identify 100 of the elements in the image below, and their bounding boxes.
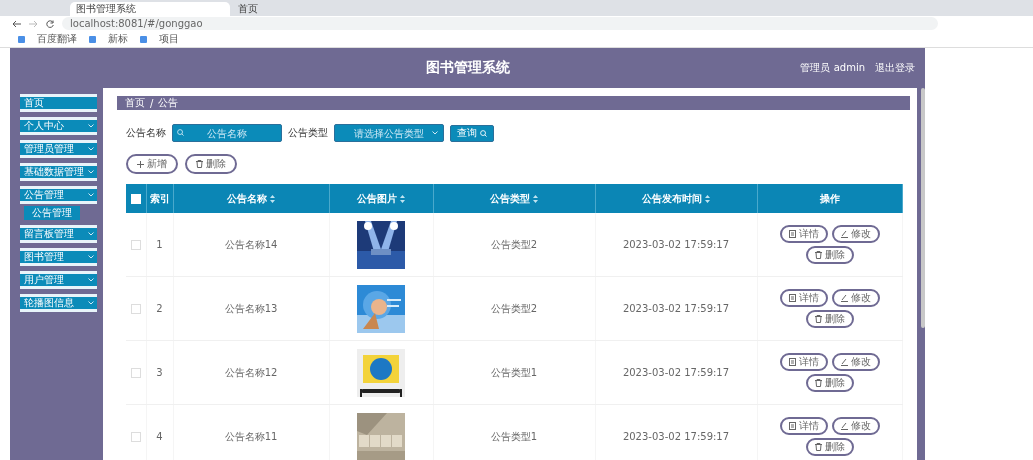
chevron-down-icon — [88, 301, 94, 305]
trash-icon — [814, 379, 822, 387]
document-icon — [788, 358, 796, 366]
sidebar-item[interactable]: 首页 — [20, 94, 97, 112]
edit-button[interactable]: 修改 — [831, 417, 880, 435]
sidebar-item[interactable]: 基础数据管理 — [20, 163, 97, 181]
pencil-icon — [840, 422, 848, 430]
back-icon[interactable] — [12, 19, 21, 28]
field-label: 公告名称 — [126, 126, 166, 140]
pencil-icon — [840, 294, 848, 302]
column-header[interactable]: 操作 — [757, 184, 902, 213]
document-icon — [788, 422, 796, 430]
reload-icon[interactable] — [46, 19, 54, 28]
chevron-down-icon — [88, 193, 94, 197]
sidebar-item[interactable]: 用户管理 — [20, 271, 97, 289]
edit-button[interactable]: 修改 — [831, 225, 880, 243]
table-cell: 2023-03-02 17:59:17 — [595, 404, 757, 460]
bookmark[interactable]: 百度翻译 — [37, 32, 77, 46]
search-icon — [480, 129, 487, 137]
table-cell: 公告类型2 — [433, 213, 595, 277]
column-header[interactable]: 公告类型 — [433, 184, 595, 213]
edit-button[interactable]: 修改 — [831, 289, 880, 307]
add-button[interactable]: 新增 — [126, 154, 178, 174]
logout-link[interactable]: 退出登录 — [875, 61, 915, 75]
bookmark[interactable]: 新标 — [108, 32, 128, 46]
view-button[interactable]: 详情 — [779, 289, 828, 307]
trash-icon — [196, 160, 203, 168]
browser-tab[interactable]: 图书管理系统 — [70, 2, 230, 16]
field-label: 公告类型 — [288, 126, 328, 140]
delete-button[interactable]: 删除 — [805, 246, 854, 264]
sidebar-subitem[interactable]: 公告管理 — [24, 206, 80, 220]
sidebar-item[interactable]: 留言板管理 — [20, 225, 97, 243]
search-button[interactable]: 查询 — [450, 124, 494, 142]
pencil-icon — [840, 230, 848, 238]
bookmark-icon — [140, 35, 147, 43]
bookmark-icon — [89, 35, 96, 43]
table-cell: 2 — [146, 276, 173, 341]
chevron-down-icon — [88, 255, 94, 259]
delete-button[interactable]: 删除 — [185, 154, 237, 174]
chevron-down-icon — [88, 147, 94, 151]
name-search-field[interactable]: 公告名称 — [172, 124, 282, 142]
table-cell: 公告类型1 — [433, 340, 595, 405]
table-cell: 2023-03-02 17:59:17 — [595, 213, 757, 277]
column-header[interactable]: 索引 — [146, 184, 173, 213]
table-cell: 1 — [146, 213, 173, 277]
sidebar-item[interactable]: 轮播图信息 — [20, 294, 97, 312]
row-checkbox[interactable] — [130, 432, 141, 442]
sidebar-item[interactable]: 管理员管理 — [20, 140, 97, 158]
breadcrumb-bar: 首页 / 公告 — [117, 96, 910, 110]
forward-icon[interactable] — [29, 19, 38, 28]
row-checkbox[interactable] — [130, 368, 141, 378]
browser-tab[interactable]: 首页 — [232, 2, 392, 16]
table-cell: 3 — [146, 340, 173, 405]
search-icon — [177, 129, 184, 136]
view-button[interactable]: 详情 — [779, 353, 828, 371]
chevron-down-icon — [88, 278, 94, 282]
sidebar-item[interactable]: 公告管理 — [20, 186, 97, 204]
plus-icon — [137, 160, 144, 168]
document-icon — [788, 230, 796, 238]
delete-button[interactable]: 删除 — [805, 310, 854, 328]
view-button[interactable]: 详情 — [779, 417, 828, 435]
sort-icon[interactable] — [270, 194, 275, 203]
bookmark-icon — [18, 35, 25, 43]
trash-icon — [814, 251, 822, 259]
row-checkbox[interactable] — [130, 304, 141, 314]
column-header[interactable]: 公告图片 — [329, 184, 433, 213]
table-cell: 公告类型1 — [433, 404, 595, 460]
edit-button[interactable]: 修改 — [831, 353, 880, 371]
document-icon — [788, 294, 796, 302]
trash-icon — [814, 443, 822, 451]
address-bar[interactable]: localhost:8081/#/gonggao — [62, 17, 938, 30]
chevron-down-icon — [88, 170, 94, 174]
table-cell: 公告名称11 — [173, 404, 329, 460]
delete-button[interactable]: 删除 — [805, 438, 854, 456]
table-cell: 公告名称13 — [173, 276, 329, 341]
sort-icon[interactable] — [400, 194, 405, 203]
trash-icon — [814, 315, 822, 323]
app-title: 图书管理系统 — [425, 59, 510, 77]
table-cell: 公告名称14 — [173, 213, 329, 277]
table-cell: 2023-03-02 17:59:17 — [595, 276, 757, 341]
user-name: 管理员 admin — [800, 61, 865, 75]
table-cell: 4 — [146, 404, 173, 460]
sort-icon[interactable] — [705, 194, 710, 203]
pencil-icon — [840, 358, 848, 366]
table-cell: 公告名称12 — [173, 340, 329, 405]
type-select[interactable]: 请选择公告类型 — [334, 124, 444, 142]
bookmark[interactable]: 项目 — [159, 32, 179, 46]
delete-button[interactable]: 删除 — [805, 374, 854, 392]
sort-icon[interactable] — [533, 194, 538, 203]
row-checkbox[interactable] — [130, 240, 141, 250]
view-button[interactable]: 详情 — [779, 225, 828, 243]
table-cell: 公告类型2 — [433, 276, 595, 341]
chevron-down-icon — [88, 232, 94, 236]
chevron-down-icon — [432, 131, 438, 135]
select-all-checkbox[interactable] — [130, 194, 141, 204]
column-header[interactable]: 公告名称 — [173, 184, 329, 213]
sidebar-item[interactable]: 图书管理 — [20, 248, 97, 266]
column-header[interactable]: 公告发布时间 — [595, 184, 757, 213]
sidebar-item[interactable]: 个人中心 — [20, 117, 97, 135]
table-cell: 2023-03-02 17:59:17 — [595, 340, 757, 405]
